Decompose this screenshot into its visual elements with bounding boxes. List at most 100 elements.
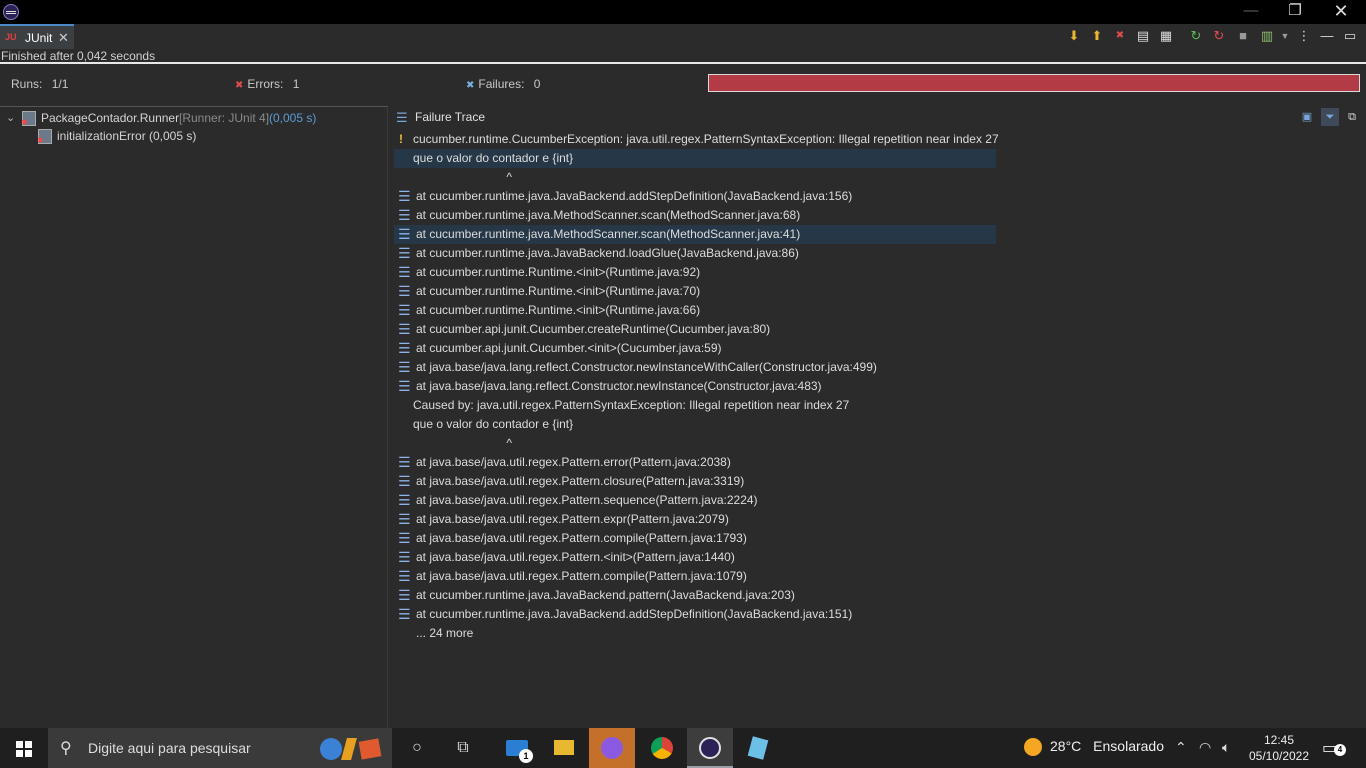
trace-line-text: ... 24 more [416, 626, 474, 640]
compare-result-icon[interactable]: ▣ [1298, 108, 1316, 126]
trace-line[interactable]: ☰ at java.base/java.lang.reflect.Construc… [394, 358, 996, 377]
chrome-icon[interactable] [639, 728, 685, 768]
trace-line-text: at cucumber.runtime.Runtime.<init>(Runti… [416, 284, 701, 298]
test-name: initializationError [57, 129, 146, 143]
failure-trace-header: ☰ Failure Trace ▣ ⏷ ⧉ [391, 106, 1366, 128]
trace-line[interactable]: ☰ at cucumber.runtime.Runtime.<init>(Runt… [394, 263, 996, 282]
stack-trace-icon: ☰ [396, 110, 408, 125]
start-button[interactable] [0, 728, 48, 768]
minimize-button[interactable]: — [1228, 0, 1274, 24]
trace-line-text: at cucumber.api.junit.Cucumber.<init>(Cu… [416, 341, 722, 355]
trace-line[interactable]: ☰ at java.base/java.lang.reflect.Construc… [394, 377, 996, 396]
progress-bar [708, 74, 1360, 92]
trace-line[interactable]: ☰ at java.base/java.util.regex.Pattern.co… [394, 529, 996, 548]
trace-line[interactable]: ☰ at java.base/java.util.regex.Pattern.co… [394, 567, 996, 586]
test-time: (0,005 s) [149, 129, 197, 143]
trace-line[interactable]: ^ [394, 434, 996, 453]
runner-type: [Runner: JUnit 4] [179, 111, 270, 125]
trace-line[interactable]: ☰ at cucumber.runtime.java.JavaBackend.ad… [394, 187, 996, 206]
trace-line[interactable]: ☰ at cucumber.runtime.java.JavaBackend.lo… [394, 244, 996, 263]
stack-frame-icon: ☰ [398, 245, 411, 261]
maximize-view-icon[interactable]: ▭ [1341, 26, 1359, 46]
chevron-up-icon[interactable]: ⌃ [1175, 739, 1187, 756]
trace-line-text: at java.base/java.util.regex.Pattern.err… [416, 455, 731, 469]
taskbar-search[interactable]: ⚲ Digite aqui para pesquisar [48, 728, 392, 768]
view-menu-icon[interactable]: ⋮ [1295, 26, 1313, 46]
scroll-lock-icon[interactable]: ▤ [1134, 26, 1152, 46]
stack-frame-icon: ☰ [398, 321, 411, 337]
copy-trace-icon[interactable]: ⧉ [1343, 108, 1361, 126]
trace-line[interactable]: ☰ at java.base/java.util.regex.Pattern.se… [394, 491, 996, 510]
window-titlebar: — ❐ ✕ [0, 0, 1366, 24]
notification-center-icon[interactable]: ▭ 4 [1322, 738, 1346, 758]
notification-count: 4 [1334, 744, 1346, 756]
stack-frame-icon: ☰ [398, 530, 411, 546]
next-failure-icon[interactable]: ⬇ [1065, 26, 1083, 46]
trace-line[interactable]: ☰ at cucumber.runtime.Runtime.<init>(Runt… [394, 301, 996, 320]
stack-frame-icon: ☰ [398, 511, 411, 527]
wifi-icon[interactable]: ◠ [1199, 739, 1211, 756]
errors-label: Errors: [247, 77, 284, 91]
test-error-icon: ✖ [37, 129, 52, 145]
previous-failure-icon[interactable]: ⬆ [1088, 26, 1106, 46]
history-dropdown-icon[interactable]: ▼ [1276, 26, 1294, 46]
minimize-view-icon[interactable]: — [1318, 26, 1336, 46]
trace-line-text: at java.base/java.lang.reflect.Construct… [416, 360, 877, 374]
maximize-button[interactable]: ❐ [1272, 0, 1318, 24]
trace-line[interactable]: ☰ at java.base/java.util.regex.Pattern.er… [394, 453, 996, 472]
stack-frame-icon: ☰ [398, 549, 411, 565]
runs-label: Runs: [11, 77, 43, 91]
stop-icon[interactable]: ■ [1234, 26, 1252, 46]
trace-line-text: at cucumber.runtime.Runtime.<init>(Runti… [416, 303, 701, 317]
trace-line[interactable]: ☰ at java.base/java.util.regex.Pattern.<i… [394, 548, 996, 567]
runner-name: PackageContador.Runner [41, 111, 180, 125]
failures-value: 0 [533, 77, 541, 91]
trace-line[interactable]: ☰ at cucumber.runtime.java.JavaBackend.ad… [394, 605, 996, 624]
notepad-icon[interactable] [735, 728, 781, 768]
filter-stack-icon[interactable]: ⏷ [1321, 108, 1339, 126]
system-clock[interactable]: 12:45 05/10/2022 [1244, 732, 1314, 764]
game-app-icon[interactable] [589, 728, 635, 768]
trace-line-text: at cucumber.runtime.java.JavaBackend.add… [416, 189, 853, 203]
weather-widget[interactable]: 28°C Ensolarado [1024, 738, 1164, 757]
trace-line[interactable]: ☰ at cucumber.runtime.java.JavaBackend.pa… [394, 586, 996, 605]
show-failures-only-icon[interactable]: ✖ [1111, 26, 1129, 46]
mail-icon[interactable]: 1 [494, 728, 540, 768]
trace-line[interactable]: ^ [394, 168, 996, 187]
volume-icon[interactable]: 🔈︎ [1222, 739, 1230, 756]
eclipse-taskbar-icon[interactable] [687, 728, 733, 768]
failures-label: Failures: [478, 77, 525, 91]
chevron-down-icon[interactable]: ⌄ [6, 111, 15, 124]
task-view-icon[interactable]: ⧉ [440, 728, 486, 768]
trace-line[interactable]: ☰ at java.base/java.util.regex.Pattern.ex… [394, 510, 996, 529]
trace-line[interactable]: ☰ at cucumber.runtime.java.MethodScanner.… [394, 225, 996, 244]
trace-line[interactable]: que o valor do contador e {int} [394, 149, 996, 168]
trace-line[interactable]: ☰ at java.base/java.util.regex.Pattern.cl… [394, 472, 996, 491]
trace-line[interactable]: ☰ at cucumber.runtime.Runtime.<init>(Runt… [394, 282, 996, 301]
trace-line[interactable]: ! cucumber.runtime.CucumberException: jav… [394, 130, 999, 149]
trace-line[interactable]: ☰ at cucumber.api.junit.Cucumber.<init>(C… [394, 339, 996, 358]
search-placeholder: Digite aqui para pesquisar [88, 740, 251, 756]
trace-line-text: at cucumber.api.junit.Cucumber.createRun… [416, 322, 771, 336]
trace-line-text: at cucumber.runtime.java.JavaBackend.loa… [416, 246, 799, 260]
stack-frame-icon: ☰ [398, 340, 411, 356]
show-skipped-icon[interactable]: ▦ [1157, 26, 1175, 46]
trace-line-text: at java.base/java.util.regex.Pattern.<in… [416, 550, 735, 564]
stack-frame-icon: ☰ [398, 378, 411, 394]
file-explorer-icon[interactable] [541, 728, 587, 768]
clock-date: 05/10/2022 [1248, 749, 1310, 763]
trace-line-text: ^ [413, 436, 512, 450]
trace-line[interactable]: ... 24 more [394, 624, 996, 643]
trace-line[interactable]: que o valor do contador e {int} [394, 415, 996, 434]
trace-line[interactable]: Caused by: java.util.regex.PatternSyntax… [394, 396, 996, 415]
runs-value: 1/1 [51, 77, 69, 91]
rerun-failed-first-icon[interactable]: ↻ [1210, 26, 1228, 46]
trace-line[interactable]: ☰ at cucumber.runtime.java.MethodScanner.… [394, 206, 996, 225]
cortana-icon[interactable]: ○ [394, 728, 440, 768]
close-button[interactable]: ✕ [1318, 0, 1364, 24]
test-history-icon[interactable]: ▥ [1258, 26, 1276, 46]
stack-frame-icon: ☰ [398, 302, 411, 318]
rerun-icon[interactable]: ↻ [1187, 26, 1205, 46]
test-tree: ⌄ ✖ PackageContador.Runner [Runner: JUni… [0, 106, 388, 728]
trace-line[interactable]: ☰ at cucumber.api.junit.Cucumber.createRu… [394, 320, 996, 339]
